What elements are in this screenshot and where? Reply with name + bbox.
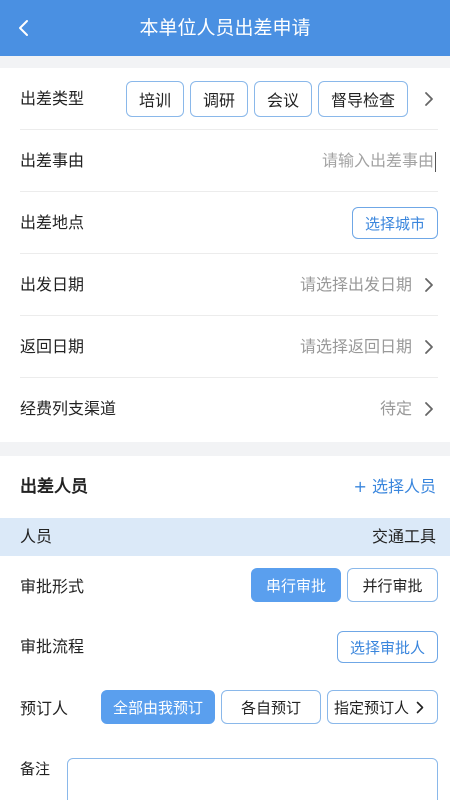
chevron-right-icon: [416, 701, 424, 713]
chevron-right-icon: [418, 274, 440, 296]
funding-row[interactable]: 经费列支渠道 待定: [0, 378, 450, 440]
return-date-row[interactable]: 返回日期 请选择返回日期: [0, 316, 450, 378]
select-personnel-link[interactable]: + 选择人员: [354, 456, 437, 518]
trip-type-option-inspection[interactable]: 督导检查: [318, 81, 408, 117]
trip-type-option-meeting[interactable]: 会议: [254, 81, 312, 117]
book-separately-button[interactable]: 各自预订: [221, 690, 321, 724]
chevron-right-icon: [418, 336, 440, 358]
return-date-placeholder: 请选择返回日期: [299, 337, 412, 356]
funding-label: 经费列支渠道: [20, 399, 117, 418]
location-row: 出差地点 选择城市: [0, 192, 450, 254]
remark-textarea[interactable]: [67, 758, 438, 800]
reason-input[interactable]: 请输入出差事由: [322, 130, 436, 192]
page-title: 本单位人员出差申请: [139, 17, 311, 39]
trip-type-option-training[interactable]: 培训: [126, 81, 184, 117]
column-transport: 交通工具: [371, 527, 436, 546]
reason-placeholder: 请输入出差事由: [321, 151, 434, 170]
location-label: 出差地点: [20, 213, 85, 232]
personnel-table-header: 人员 交通工具: [0, 518, 450, 556]
designate-booker-label: 指定预订人: [334, 698, 410, 717]
booker-label: 预订人: [20, 699, 69, 718]
column-person: 人员: [20, 527, 53, 546]
personnel-title: 出差人员: [20, 477, 88, 497]
trip-type-option-research[interactable]: 调研: [190, 81, 248, 117]
funding-value: 待定: [379, 399, 412, 418]
trip-type-row: 出差类型 培训 调研 会议 督导检查: [0, 68, 450, 130]
approval-mode-row: 审批形式 串行审批 并行审批: [0, 556, 450, 618]
personnel-header-row: 出差人员 + 选择人员: [0, 456, 450, 518]
depart-date-placeholder: 请选择出发日期: [299, 275, 412, 294]
depart-date-row[interactable]: 出发日期 请选择出发日期: [0, 254, 450, 316]
app-header: 本单位人员出差申请: [0, 0, 450, 56]
depart-date-label: 出发日期: [20, 275, 85, 294]
trip-type-label: 出差类型: [20, 89, 85, 108]
reason-row: 出差事由 请输入出差事由: [0, 130, 450, 192]
approval-flow-label: 审批流程: [20, 637, 85, 656]
book-all-by-me-button[interactable]: 全部由我预订: [101, 690, 215, 724]
remark-label: 备注: [20, 760, 51, 778]
personnel-card: 出差人员 + 选择人员 人员 交通工具 审批形式 串行审批 并行审批 审批流程 …: [0, 456, 450, 800]
parallel-approval-button[interactable]: 并行审批: [347, 568, 438, 602]
select-approver-button[interactable]: 选择审批人: [337, 631, 438, 663]
reason-label: 出差事由: [20, 151, 85, 170]
booker-row: 预订人 全部由我预订 各自预订 指定预订人: [0, 678, 450, 740]
trip-info-card: 出差类型 培训 调研 会议 督导检查 出差事由 请输入出差事由 出差地点 选择城…: [0, 68, 450, 442]
text-cursor: [435, 151, 436, 172]
approval-flow-row: 审批流程 选择审批人: [0, 616, 450, 678]
serial-approval-button[interactable]: 串行审批: [251, 568, 341, 602]
select-city-button[interactable]: 选择城市: [352, 207, 438, 239]
chevron-right-icon[interactable]: [418, 88, 440, 110]
approval-mode-label: 审批形式: [20, 577, 85, 596]
return-date-label: 返回日期: [20, 337, 85, 356]
designate-booker-button[interactable]: 指定预订人: [327, 690, 438, 724]
chevron-right-icon: [418, 398, 440, 420]
